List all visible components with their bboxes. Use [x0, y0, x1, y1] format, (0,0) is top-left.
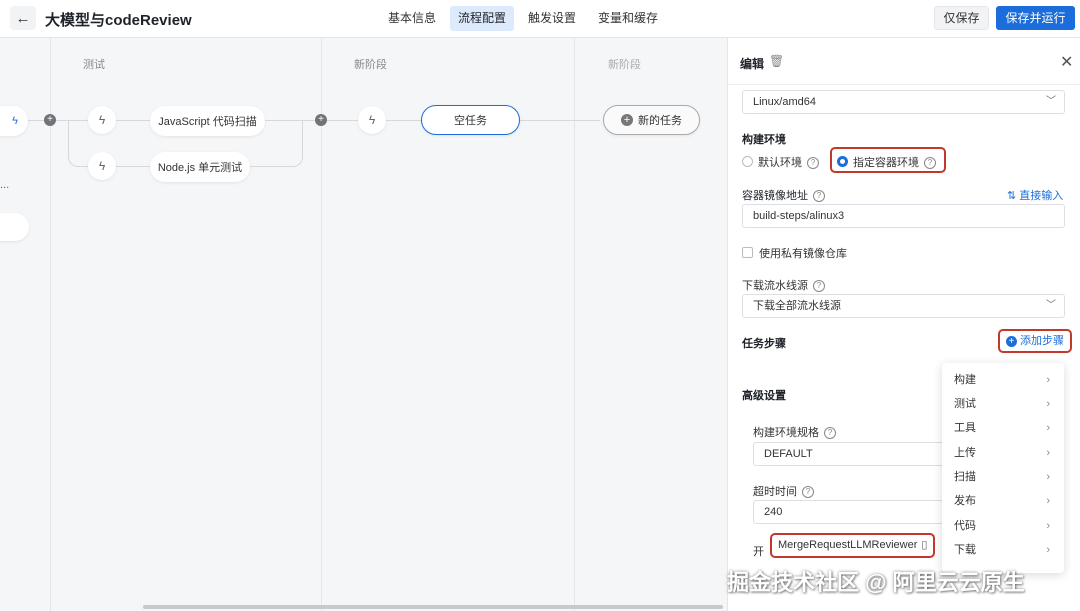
menu-item-scan[interactable]: 扫描 › [942, 465, 1064, 489]
plus-circle-icon: + [1006, 336, 1017, 347]
pipeline-canvas[interactable]: 测试 新阶段 新阶段 ϟ ... + + ϟ JavaScript 代码扫描 ϟ… [0, 38, 727, 611]
add-step-button[interactable]: + 添加步骤 [998, 329, 1072, 353]
stage-label-new-placeholder[interactable]: 新阶段 [608, 56, 641, 72]
top-header: ← 大模型与codeReview 基本信息 流程配置 触发设置 变量和缓存 仅保… [0, 0, 1080, 38]
partial-task-node[interactable]: ϟ [0, 106, 28, 136]
tab-variables-cache[interactable]: 变量和缓存 [590, 6, 666, 31]
chevron-right-icon: › [1046, 520, 1050, 532]
add-node-dot[interactable]: + [44, 114, 56, 126]
save-only-button[interactable]: 仅保存 [934, 6, 989, 30]
chevron-right-icon: › [1046, 447, 1050, 459]
llm-reviewer-step-item[interactable]: MergeRequestLLMReviewer ▯ [770, 533, 935, 558]
advanced-settings-label[interactable]: 高级设置 [742, 387, 786, 403]
chevron-down-icon: ﹀ [1046, 96, 1056, 107]
radio-custom-container[interactable] [837, 156, 848, 167]
menu-item-release[interactable]: 发布 › [942, 489, 1064, 513]
chevron-right-icon: › [1046, 471, 1050, 483]
start-label-partial: 开 [753, 546, 764, 558]
save-and-run-button[interactable]: 保存并运行 [996, 6, 1075, 30]
tab-pipeline-config[interactable]: 流程配置 [450, 6, 515, 31]
stage-label-new[interactable]: 新阶段 [354, 56, 387, 72]
chevron-right-icon: › [1046, 398, 1050, 410]
watermark: 掘金技术社区 @ 阿里云云原生 [727, 570, 1025, 595]
step-category-menu: 构建 › 测试 › 工具 › 上传 › 扫描 › 发布 › 代码 › 下载 › [942, 363, 1064, 573]
env-option-custom-container[interactable]: 指定容器环境? [837, 154, 936, 170]
spec-label: 构建环境规格? [753, 424, 836, 440]
help-icon: ? [802, 486, 814, 498]
page-title: 大模型与codeReview [45, 12, 192, 29]
build-env-label: 构建环境 [742, 134, 786, 146]
lightning-icon[interactable]: ϟ [88, 106, 116, 134]
menu-item-test[interactable]: 测试 › [942, 392, 1064, 416]
menu-item-build[interactable]: 构建 › [942, 368, 1064, 392]
swap-icon: ⇅ [1007, 190, 1020, 202]
platform-select[interactable]: Linux/amd64 ﹀ [742, 90, 1065, 114]
panel-title: 编辑 [740, 57, 765, 71]
download-source-select[interactable]: 下载全部流水线源 ﹀ [742, 294, 1065, 318]
ellipsis-text: ... [0, 179, 10, 191]
image-address-input[interactable]: build-steps/alinux3 [742, 204, 1065, 228]
chevron-right-icon: › [1046, 374, 1050, 386]
help-icon: ? [807, 157, 819, 169]
chevron-down-icon: ﹀ [1046, 300, 1056, 311]
chevron-right-icon: › [1046, 544, 1050, 556]
add-node-dot[interactable]: + [315, 114, 327, 126]
back-button[interactable]: ← [10, 6, 36, 30]
menu-item-code[interactable]: 代码 › [942, 514, 1064, 538]
plus-icon: + [621, 114, 633, 126]
chevron-right-icon: › [1046, 495, 1050, 507]
task-empty[interactable]: 空任务 [421, 105, 520, 135]
menu-item-tools[interactable]: 工具 › [942, 416, 1064, 440]
lightning-icon[interactable]: ϟ [88, 152, 116, 180]
task-js-code-scan[interactable]: JavaScript 代码扫描 [150, 106, 265, 136]
download-source-label: 下载流水线源? [742, 277, 825, 293]
task-nodejs-unit-test[interactable]: Node.js 单元测试 [150, 152, 250, 182]
partial-node[interactable] [0, 213, 29, 241]
help-icon: ? [813, 190, 825, 202]
chevron-right-icon: › [1046, 422, 1050, 434]
direct-input-link[interactable]: ⇅ 直接输入 [1007, 187, 1063, 203]
arrow-left-icon: ← [15, 9, 31, 27]
close-icon[interactable]: ✕ [1060, 52, 1073, 72]
image-address-label: 容器镜像地址? [742, 187, 825, 203]
private-repo-option[interactable]: 使用私有镜像仓库 [742, 245, 847, 261]
platform-value: Linux/amd64 [753, 96, 816, 108]
menu-item-download[interactable]: 下载 › [942, 538, 1064, 562]
tab-trigger-settings[interactable]: 触发设置 [520, 6, 584, 31]
new-task-button[interactable]: + 新的任务 [603, 105, 700, 135]
divider [728, 84, 1080, 85]
tab-basic-info[interactable]: 基本信息 [380, 6, 444, 31]
bookmark-icon: ▯ [921, 539, 928, 551]
help-icon: ? [824, 427, 836, 439]
lightning-icon[interactable]: ϟ [358, 106, 386, 134]
help-icon: ? [813, 280, 825, 292]
lightning-icon: ϟ [12, 115, 18, 127]
horizontal-scrollbar[interactable] [143, 605, 723, 609]
tab-bar: 基本信息 流程配置 触发设置 变量和缓存 [380, 6, 672, 31]
new-task-label: 新的任务 [638, 115, 682, 127]
task-steps-label: 任务步骤 [742, 338, 786, 350]
env-option-default[interactable]: 默认环境? [742, 154, 819, 170]
help-icon: ? [924, 157, 936, 169]
menu-item-upload[interactable]: 上传 › [942, 441, 1064, 465]
timeout-label: 超时时间? [753, 483, 814, 499]
private-repo-checkbox[interactable] [742, 247, 753, 258]
stage-label-test[interactable]: 测试 [83, 56, 105, 72]
trash-icon[interactable]: 🗑 [769, 54, 784, 68]
radio-default[interactable] [742, 156, 753, 167]
stage-divider [574, 38, 575, 611]
